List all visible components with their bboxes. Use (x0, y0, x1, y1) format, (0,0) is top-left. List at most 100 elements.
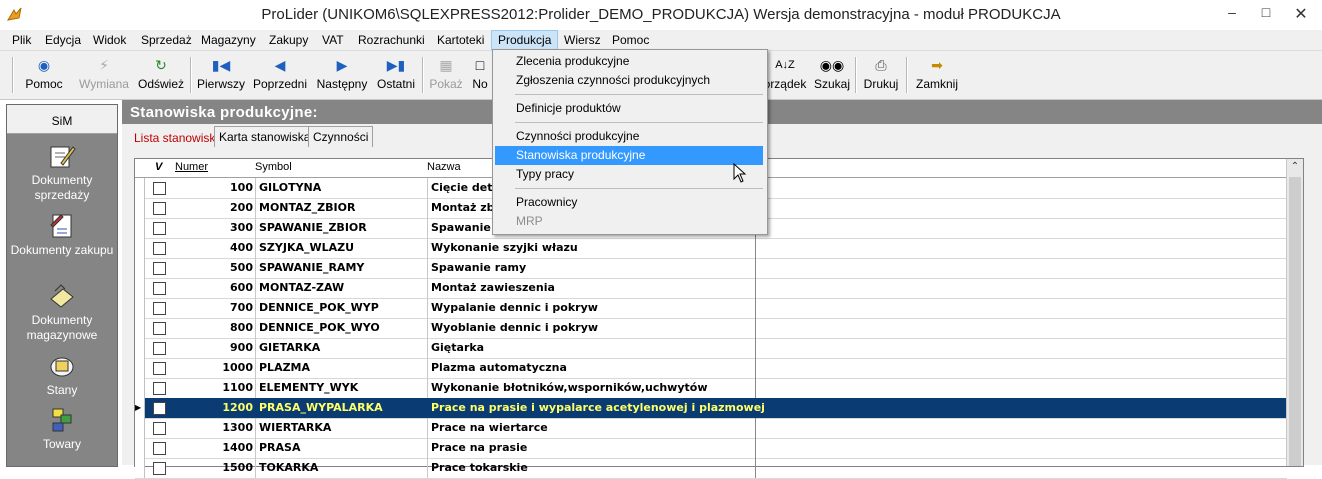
menu-plik[interactable]: Plik (6, 30, 37, 50)
search-button[interactable]: ◉◉ Szukaj (813, 54, 851, 96)
sort-button[interactable]: A↓Z orządek (762, 54, 808, 96)
table-row[interactable]: ▶ 1200 PRASA_WYPALARKA Prace na prasie i wy… (135, 398, 1287, 419)
help-button[interactable]: ◉ Pomoc (22, 54, 66, 96)
table-row[interactable]: 600 MONTAZ-ZAW Montaż zawieszenia (135, 278, 1287, 299)
next-button[interactable]: ▶ Następny (314, 54, 370, 96)
tab-lista-stanowisk[interactable]: Lista stanowisk (130, 128, 220, 148)
table-row[interactable]: 700 DENNICE_POK_WYP Wypalanie dennic i pok… (135, 298, 1287, 319)
last-button[interactable]: ▶▮ Ostatni (375, 54, 417, 96)
row-checkbox[interactable] (153, 242, 166, 255)
menu-item-mrp[interactable]: MRP (495, 212, 763, 231)
print-button[interactable]: ⎙ Drukuj (861, 54, 901, 96)
sidebar-item-warehouse-documents[interactable]: Dokumenty magazynowe (7, 281, 117, 343)
column-divider (255, 318, 256, 338)
menu-rozrachunki[interactable]: Rozrachunki (352, 30, 431, 50)
row-checkbox[interactable] (153, 222, 166, 235)
row-checkbox[interactable] (153, 302, 166, 315)
table-row[interactable]: 400 SZYJKA_WLAZU Wykonanie szyjki włazu (135, 238, 1287, 259)
produkcja-dropdown-menu: Zlecenia produkcyjne Zgłoszenia czynnośc… (492, 49, 768, 235)
menu-wiersz[interactable]: Wiersz (558, 30, 607, 50)
column-header-symbol[interactable]: Symbol (255, 161, 292, 173)
row-checkbox[interactable] (153, 262, 166, 275)
show-button[interactable]: ▦ Pokaż (428, 54, 464, 96)
cell-numer: 1000 (222, 361, 253, 374)
goods-icon (52, 408, 72, 432)
vertical-scrollbar[interactable]: ⌃ (1286, 159, 1303, 466)
new-button[interactable]: □ No (468, 54, 492, 96)
tab-karta-stanowiska[interactable]: Karta stanowiska (214, 126, 316, 147)
pen-document-icon (50, 146, 76, 168)
sidebar-item-stock[interactable]: Stany (7, 351, 117, 398)
row-checkbox[interactable] (153, 182, 166, 195)
menu-produkcja[interactable]: Produkcja (491, 30, 559, 50)
row-checkbox[interactable] (153, 282, 166, 295)
menu-item-stanowiska-produkcyjne[interactable]: Stanowiska produkcyjne (495, 146, 763, 165)
cell-symbol: GILOTYNA (259, 181, 322, 194)
menu-kartoteki[interactable]: Kartoteki (431, 30, 490, 50)
cell-nazwa: Wykonanie szyjki włazu (431, 241, 578, 254)
table-row[interactable]: 1000 PLAZMA Plazma automatyczna (135, 358, 1287, 379)
exchange-button[interactable]: ⚡ Wymiana (76, 54, 132, 96)
first-record-icon: ▮◀ (211, 57, 231, 73)
menu-item-definicje-produktow[interactable]: Definicje produktów (495, 99, 763, 118)
cell-numer: 700 (230, 301, 253, 314)
column-header-numer[interactable]: Numer (175, 161, 208, 173)
menu-pomoc[interactable]: Pomoc (606, 30, 655, 50)
scroll-up-icon[interactable]: ⌃ (1287, 159, 1303, 175)
row-indicator (135, 358, 145, 378)
show-icon: ▦ (439, 57, 453, 73)
menu-item-zgloszenia-czynnosci[interactable]: Zgłoszenia czynności produkcyjnych (495, 71, 763, 90)
menu-item-pracownicy[interactable]: Pracownicy (495, 193, 763, 212)
menu-sprzedaz[interactable]: Sprzedaż (135, 30, 198, 50)
table-row[interactable]: 1500 TOKARKA Prace tokarskie (135, 458, 1287, 479)
previous-button[interactable]: ◀ Poprzedni (251, 54, 309, 96)
help-label: Pomoc (25, 77, 63, 91)
first-button[interactable]: ▮◀ Pierwszy (196, 54, 246, 96)
menu-edycja[interactable]: Edycja (39, 30, 87, 50)
column-header-nazwa[interactable]: Nazwa (427, 161, 461, 173)
left-navigation-panel: SiM Dokumenty sprzedaży Dokumenty zakupu… (6, 104, 118, 467)
minimize-button[interactable]: – (1218, 4, 1246, 24)
column-divider (755, 378, 756, 398)
menu-vat[interactable]: VAT (316, 30, 350, 50)
row-checkbox[interactable] (153, 322, 166, 335)
menu-item-czynnosci-produkcyjne[interactable]: Czynności produkcyjne (495, 127, 763, 146)
sim-header[interactable]: SiM (7, 105, 117, 134)
close-window-button[interactable]: ➡ Zamknij (912, 54, 962, 96)
table-row[interactable]: 500 SPAWANIE_RAMY Spawanie ramy (135, 258, 1287, 279)
table-row[interactable]: 1400 PRASA Prace na prasie (135, 438, 1287, 459)
cell-symbol: TOKARKA (259, 461, 319, 474)
column-divider (755, 338, 756, 358)
row-checkbox[interactable] (153, 362, 166, 375)
tab-czynnosci[interactable]: Czynności (308, 126, 374, 147)
maximize-button[interactable]: □ (1252, 4, 1280, 24)
table-row[interactable]: 900 GIETARKA Giętarka (135, 338, 1287, 359)
table-row[interactable]: 1300 WIERTARKA Prace na wiertarce (135, 418, 1287, 439)
scrollbar-thumb[interactable] (1289, 177, 1301, 466)
row-checkbox[interactable] (153, 402, 166, 415)
row-checkbox[interactable] (153, 382, 166, 395)
exchange-label: Wymiana (79, 77, 129, 91)
menu-widok[interactable]: Widok (87, 30, 132, 50)
printer-icon: ⎙ (875, 57, 887, 73)
sidebar-item-purchase-documents[interactable]: Dokumenty zakupu (7, 211, 117, 258)
close-button[interactable]: ✕ (1287, 4, 1315, 24)
menu-item-typy-pracy[interactable]: Typy pracy (495, 165, 763, 184)
table-row[interactable]: 800 DENNICE_POK_WYO Wyoblanie dennic i pok… (135, 318, 1287, 339)
column-header-check[interactable]: V (155, 161, 162, 173)
menu-zakupy[interactable]: Zakupy (263, 30, 314, 50)
menu-magazyny[interactable]: Magazyny (195, 30, 262, 50)
row-checkbox[interactable] (153, 422, 166, 435)
menu-item-zlecenia-produkcyjne[interactable]: Zlecenia produkcyjne (495, 52, 763, 71)
column-divider (255, 278, 256, 298)
sidebar-item-goods[interactable]: Towary (7, 405, 117, 452)
warehouse-document-icon (50, 284, 74, 308)
row-checkbox[interactable] (153, 462, 166, 475)
table-row[interactable]: 1100 ELEMENTY_WYK Wykonanie błotników,wspo… (135, 378, 1287, 399)
row-checkbox[interactable] (153, 342, 166, 355)
sidebar-item-sales-documents[interactable]: Dokumenty sprzedaży (7, 141, 117, 203)
cell-symbol: DENNICE_POK_WYP (259, 301, 379, 314)
refresh-button[interactable]: ↻ Odśwież (137, 54, 185, 96)
row-checkbox[interactable] (153, 442, 166, 455)
row-checkbox[interactable] (153, 202, 166, 215)
